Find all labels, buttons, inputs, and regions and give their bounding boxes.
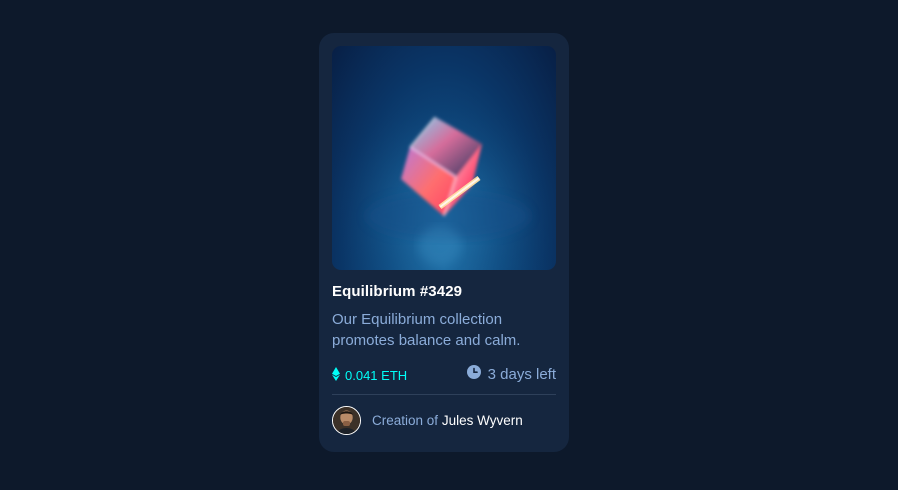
price-value: 0.041 ETH <box>345 368 408 383</box>
time-left: 3 days left <box>466 365 556 383</box>
nft-preview-card: Equilibrium #3429 Our Equilibrium collec… <box>319 33 569 452</box>
cube-illustration <box>332 46 556 270</box>
price-info: 0.041 ETH <box>332 367 407 384</box>
time-left-value: 3 days left <box>487 365 556 383</box>
avatar-image <box>332 406 361 435</box>
card-description: Our Equilibrium collection promotes bala… <box>332 311 521 349</box>
creator-text: Creation of Jules Wyvern <box>372 413 523 428</box>
creator-info: Creation of Jules Wyvern <box>332 405 556 436</box>
ethereum-icon <box>332 367 340 384</box>
clock-icon <box>466 365 481 383</box>
card-divider <box>332 394 556 395</box>
card-stats: 0.041 ETH 3 days left <box>332 364 556 386</box>
creator-prefix: Creation of <box>372 413 439 428</box>
card-title[interactable]: Equilibrium #3429 <box>332 283 462 300</box>
creator-name-link[interactable]: Jules Wyvern <box>442 413 523 428</box>
equilibrium-image[interactable] <box>332 46 556 270</box>
